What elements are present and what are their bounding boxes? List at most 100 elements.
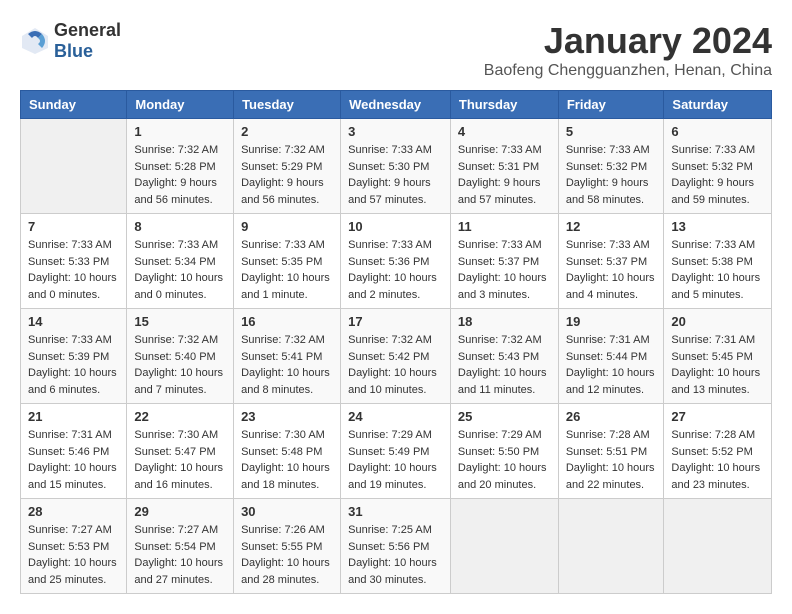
day-info: Sunrise: 7:33 AMSunset: 5:34 PMDaylight:… bbox=[134, 239, 223, 301]
table-row: 7 Sunrise: 7:33 AMSunset: 5:33 PMDayligh… bbox=[21, 214, 127, 309]
day-number: 21 bbox=[28, 409, 119, 424]
day-info: Sunrise: 7:29 AMSunset: 5:49 PMDaylight:… bbox=[348, 429, 437, 491]
day-info: Sunrise: 7:33 AMSunset: 5:30 PMDaylight:… bbox=[348, 144, 432, 206]
header-sunday: Sunday bbox=[21, 91, 127, 119]
title-section: January 2024 Baofeng Chengguanzhen, Hena… bbox=[484, 20, 772, 80]
header-row: Sunday Monday Tuesday Wednesday Thursday… bbox=[21, 91, 772, 119]
day-number: 11 bbox=[458, 219, 551, 234]
day-info: Sunrise: 7:31 AMSunset: 5:45 PMDaylight:… bbox=[671, 334, 760, 396]
logo-text: General Blue bbox=[54, 20, 121, 62]
table-row: 4 Sunrise: 7:33 AMSunset: 5:31 PMDayligh… bbox=[450, 119, 558, 214]
day-info: Sunrise: 7:32 AMSunset: 5:41 PMDaylight:… bbox=[241, 334, 330, 396]
table-row bbox=[21, 119, 127, 214]
day-info: Sunrise: 7:28 AMSunset: 5:51 PMDaylight:… bbox=[566, 429, 655, 491]
table-row: 29 Sunrise: 7:27 AMSunset: 5:54 PMDaylig… bbox=[127, 499, 234, 594]
day-info: Sunrise: 7:29 AMSunset: 5:50 PMDaylight:… bbox=[458, 429, 547, 491]
day-number: 13 bbox=[671, 219, 764, 234]
day-info: Sunrise: 7:26 AMSunset: 5:55 PMDaylight:… bbox=[241, 524, 330, 586]
day-number: 19 bbox=[566, 314, 657, 329]
day-number: 31 bbox=[348, 504, 443, 519]
day-info: Sunrise: 7:32 AMSunset: 5:28 PMDaylight:… bbox=[134, 144, 218, 206]
day-info: Sunrise: 7:31 AMSunset: 5:44 PMDaylight:… bbox=[566, 334, 655, 396]
day-info: Sunrise: 7:33 AMSunset: 5:37 PMDaylight:… bbox=[566, 239, 655, 301]
table-row: 1 Sunrise: 7:32 AMSunset: 5:28 PMDayligh… bbox=[127, 119, 234, 214]
calendar-table: Sunday Monday Tuesday Wednesday Thursday… bbox=[20, 90, 772, 594]
day-number: 28 bbox=[28, 504, 119, 519]
table-row: 21 Sunrise: 7:31 AMSunset: 5:46 PMDaylig… bbox=[21, 404, 127, 499]
day-number: 8 bbox=[134, 219, 226, 234]
day-number: 27 bbox=[671, 409, 764, 424]
logo: General Blue bbox=[20, 20, 121, 62]
day-info: Sunrise: 7:33 AMSunset: 5:32 PMDaylight:… bbox=[566, 144, 650, 206]
day-number: 14 bbox=[28, 314, 119, 329]
day-info: Sunrise: 7:25 AMSunset: 5:56 PMDaylight:… bbox=[348, 524, 437, 586]
day-number: 5 bbox=[566, 124, 657, 139]
day-number: 15 bbox=[134, 314, 226, 329]
table-row: 13 Sunrise: 7:33 AMSunset: 5:38 PMDaylig… bbox=[664, 214, 772, 309]
header-wednesday: Wednesday bbox=[341, 91, 451, 119]
day-number: 7 bbox=[28, 219, 119, 234]
day-info: Sunrise: 7:33 AMSunset: 5:33 PMDaylight:… bbox=[28, 239, 117, 301]
table-row: 11 Sunrise: 7:33 AMSunset: 5:37 PMDaylig… bbox=[450, 214, 558, 309]
table-row: 3 Sunrise: 7:33 AMSunset: 5:30 PMDayligh… bbox=[341, 119, 451, 214]
day-number: 26 bbox=[566, 409, 657, 424]
table-row: 23 Sunrise: 7:30 AMSunset: 5:48 PMDaylig… bbox=[234, 404, 341, 499]
table-row: 30 Sunrise: 7:26 AMSunset: 5:55 PMDaylig… bbox=[234, 499, 341, 594]
table-row: 20 Sunrise: 7:31 AMSunset: 5:45 PMDaylig… bbox=[664, 309, 772, 404]
day-number: 2 bbox=[241, 124, 333, 139]
logo-general-text: General bbox=[54, 20, 121, 41]
day-number: 18 bbox=[458, 314, 551, 329]
logo-blue-text: Blue bbox=[54, 41, 121, 62]
day-info: Sunrise: 7:33 AMSunset: 5:36 PMDaylight:… bbox=[348, 239, 437, 301]
header: General Blue January 2024 Baofeng Chengg… bbox=[20, 20, 772, 80]
logo-icon bbox=[20, 26, 50, 56]
day-number: 6 bbox=[671, 124, 764, 139]
day-info: Sunrise: 7:33 AMSunset: 5:39 PMDaylight:… bbox=[28, 334, 117, 396]
table-row: 31 Sunrise: 7:25 AMSunset: 5:56 PMDaylig… bbox=[341, 499, 451, 594]
day-info: Sunrise: 7:32 AMSunset: 5:40 PMDaylight:… bbox=[134, 334, 223, 396]
day-number: 12 bbox=[566, 219, 657, 234]
table-row: 25 Sunrise: 7:29 AMSunset: 5:50 PMDaylig… bbox=[450, 404, 558, 499]
table-row: 9 Sunrise: 7:33 AMSunset: 5:35 PMDayligh… bbox=[234, 214, 341, 309]
day-info: Sunrise: 7:32 AMSunset: 5:43 PMDaylight:… bbox=[458, 334, 547, 396]
table-row: 12 Sunrise: 7:33 AMSunset: 5:37 PMDaylig… bbox=[558, 214, 664, 309]
day-info: Sunrise: 7:33 AMSunset: 5:32 PMDaylight:… bbox=[671, 144, 755, 206]
header-saturday: Saturday bbox=[664, 91, 772, 119]
table-row: 8 Sunrise: 7:33 AMSunset: 5:34 PMDayligh… bbox=[127, 214, 234, 309]
day-info: Sunrise: 7:30 AMSunset: 5:47 PMDaylight:… bbox=[134, 429, 223, 491]
calendar-body: 1 Sunrise: 7:32 AMSunset: 5:28 PMDayligh… bbox=[21, 119, 772, 594]
day-number: 22 bbox=[134, 409, 226, 424]
calendar-week-4: 28 Sunrise: 7:27 AMSunset: 5:53 PMDaylig… bbox=[21, 499, 772, 594]
month-title: January 2024 bbox=[484, 20, 772, 62]
day-info: Sunrise: 7:32 AMSunset: 5:42 PMDaylight:… bbox=[348, 334, 437, 396]
table-row: 22 Sunrise: 7:30 AMSunset: 5:47 PMDaylig… bbox=[127, 404, 234, 499]
table-row: 19 Sunrise: 7:31 AMSunset: 5:44 PMDaylig… bbox=[558, 309, 664, 404]
day-number: 24 bbox=[348, 409, 443, 424]
header-friday: Friday bbox=[558, 91, 664, 119]
day-info: Sunrise: 7:33 AMSunset: 5:37 PMDaylight:… bbox=[458, 239, 547, 301]
table-row: 5 Sunrise: 7:33 AMSunset: 5:32 PMDayligh… bbox=[558, 119, 664, 214]
day-info: Sunrise: 7:28 AMSunset: 5:52 PMDaylight:… bbox=[671, 429, 760, 491]
day-number: 20 bbox=[671, 314, 764, 329]
table-row: 10 Sunrise: 7:33 AMSunset: 5:36 PMDaylig… bbox=[341, 214, 451, 309]
day-info: Sunrise: 7:30 AMSunset: 5:48 PMDaylight:… bbox=[241, 429, 330, 491]
day-info: Sunrise: 7:32 AMSunset: 5:29 PMDaylight:… bbox=[241, 144, 325, 206]
table-row: 16 Sunrise: 7:32 AMSunset: 5:41 PMDaylig… bbox=[234, 309, 341, 404]
header-tuesday: Tuesday bbox=[234, 91, 341, 119]
location-title: Baofeng Chengguanzhen, Henan, China bbox=[484, 62, 772, 80]
day-info: Sunrise: 7:27 AMSunset: 5:53 PMDaylight:… bbox=[28, 524, 117, 586]
calendar-week-1: 7 Sunrise: 7:33 AMSunset: 5:33 PMDayligh… bbox=[21, 214, 772, 309]
table-row: 6 Sunrise: 7:33 AMSunset: 5:32 PMDayligh… bbox=[664, 119, 772, 214]
table-row bbox=[558, 499, 664, 594]
day-number: 1 bbox=[134, 124, 226, 139]
calendar-week-0: 1 Sunrise: 7:32 AMSunset: 5:28 PMDayligh… bbox=[21, 119, 772, 214]
day-number: 16 bbox=[241, 314, 333, 329]
day-number: 30 bbox=[241, 504, 333, 519]
table-row: 17 Sunrise: 7:32 AMSunset: 5:42 PMDaylig… bbox=[341, 309, 451, 404]
day-info: Sunrise: 7:31 AMSunset: 5:46 PMDaylight:… bbox=[28, 429, 117, 491]
day-info: Sunrise: 7:33 AMSunset: 5:31 PMDaylight:… bbox=[458, 144, 542, 206]
day-info: Sunrise: 7:33 AMSunset: 5:38 PMDaylight:… bbox=[671, 239, 760, 301]
day-number: 25 bbox=[458, 409, 551, 424]
calendar-header: Sunday Monday Tuesday Wednesday Thursday… bbox=[21, 91, 772, 119]
table-row: 15 Sunrise: 7:32 AMSunset: 5:40 PMDaylig… bbox=[127, 309, 234, 404]
